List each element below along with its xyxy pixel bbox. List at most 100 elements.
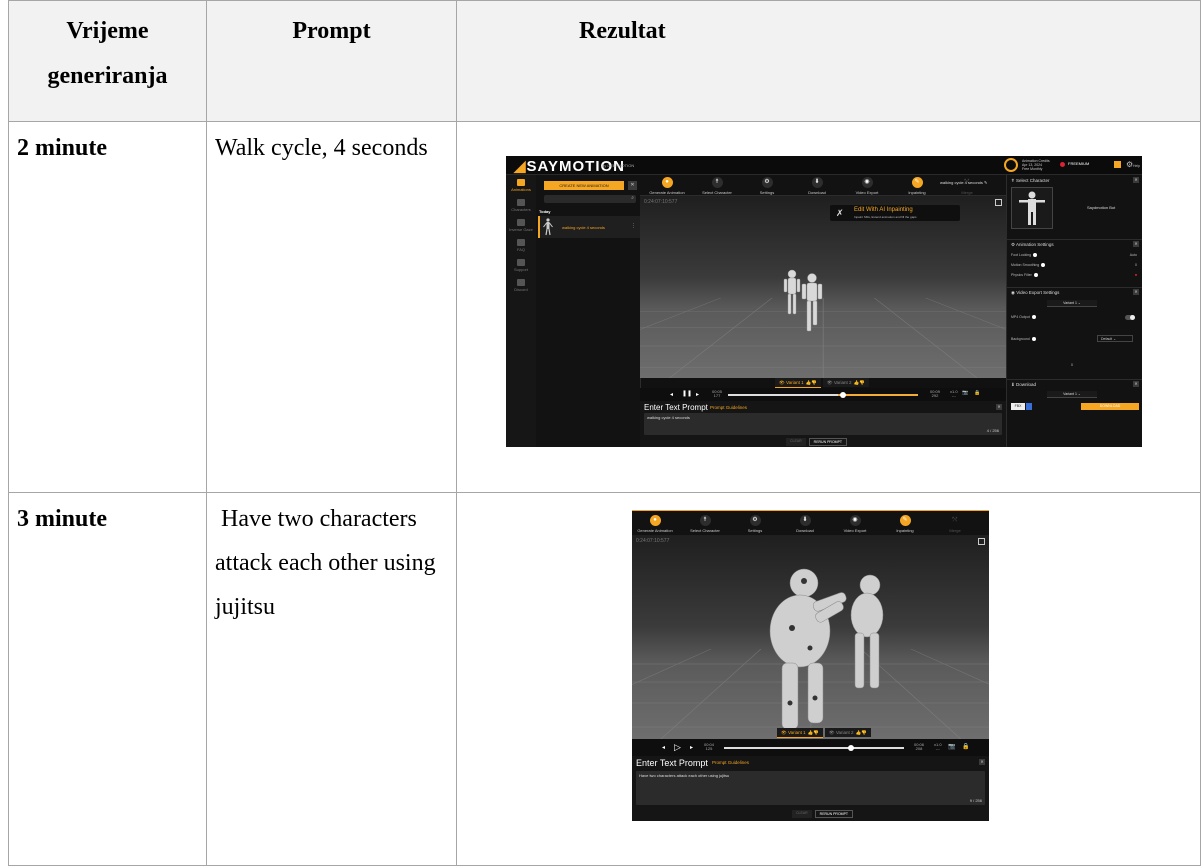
pause-icon[interactable]: ❚❚ bbox=[682, 390, 692, 397]
camera-icon[interactable]: 📷 bbox=[948, 743, 955, 750]
book-icon bbox=[517, 239, 525, 246]
char-counter: 4 / 256 bbox=[986, 428, 999, 433]
timeline-slider[interactable] bbox=[728, 392, 918, 398]
collapse-icon[interactable]: ✕ bbox=[1133, 241, 1139, 247]
background-number: 0 bbox=[1071, 363, 1073, 367]
speed-control[interactable]: x1.0 --- bbox=[950, 390, 958, 398]
character-icon bbox=[1019, 191, 1045, 225]
close-prompt-icon[interactable]: ✕ bbox=[979, 759, 985, 765]
collapse-icon[interactable]: ✕ bbox=[1133, 381, 1139, 387]
timeline-slider[interactable] bbox=[724, 745, 904, 751]
prev-icon[interactable]: ◂ bbox=[670, 391, 673, 398]
rerun-prompt-button[interactable]: RERUN PROMPT bbox=[814, 810, 854, 818]
current-time: 00:05 177 bbox=[712, 389, 723, 398]
clear-button[interactable]: CLEAR bbox=[786, 438, 806, 446]
prompt-guidelines-link[interactable]: Prompt Guidelines bbox=[712, 760, 749, 765]
toolbar-select-character[interactable]: ☨ Select Character bbox=[692, 177, 742, 195]
motion-smoothing-label: Motion Smoothing bbox=[1011, 263, 1046, 268]
character-thumbnail[interactable] bbox=[1011, 187, 1053, 229]
toolbar-download[interactable]: ⬇ Download bbox=[780, 515, 830, 533]
lock-icon[interactable]: 🔒 bbox=[962, 743, 969, 750]
figure-icon: ☨ bbox=[711, 177, 723, 188]
saymotion-screenshot-jujitsu: ● Generate Animation ☨ Select Character ⚙ S… bbox=[632, 510, 989, 821]
export-variant-select[interactable]: Variant 1 ⌄ bbox=[1047, 300, 1097, 307]
record-icon: ◉ bbox=[849, 515, 861, 526]
rerun-prompt-button[interactable]: RERUN PROMPT bbox=[808, 438, 848, 446]
left-nav-rail: Animations Characters Inverse Gaze FAQ S… bbox=[506, 175, 536, 447]
rail-item-discord[interactable]: Discord bbox=[506, 279, 536, 292]
prompt-guidelines-link[interactable]: Prompt Guidelines bbox=[710, 405, 747, 410]
next-icon[interactable]: ▸ bbox=[696, 391, 699, 398]
rail-item-support[interactable]: Support bbox=[506, 259, 536, 272]
fullscreen-icon[interactable] bbox=[995, 199, 1002, 206]
variant-1-tab[interactable]: 👁 Variant 1 👍👎 bbox=[775, 378, 821, 388]
clear-button[interactable]: CLEAR bbox=[792, 810, 812, 818]
toolbar-inpainting[interactable]: ✎ Inpainting bbox=[880, 515, 930, 533]
app-topbar: ◢SAYMOTION by DEEPMOTION Animation Credi… bbox=[506, 156, 1142, 175]
more-options-icon[interactable]: ⋮ bbox=[631, 223, 636, 229]
prompt-value: Have two characters attack each other us… bbox=[215, 506, 442, 620]
fullscreen-icon[interactable] bbox=[978, 538, 985, 545]
motion-smoothing-value[interactable]: 0 bbox=[1135, 263, 1137, 267]
prev-icon[interactable]: ◂ bbox=[662, 744, 665, 751]
table-row: 3 minute Have two characters attack each… bbox=[8, 492, 1201, 866]
inpainting-banner[interactable]: ✗ Edit With AI Inpainting Inpaint SMs, E… bbox=[830, 205, 960, 221]
collapse-icon[interactable]: ✕ bbox=[1133, 177, 1139, 183]
foot-locking-value[interactable]: Auto bbox=[1130, 253, 1137, 257]
credits-widget[interactable]: Animation Credits Apr 13, 2024 Free Mont… bbox=[1004, 158, 1140, 172]
select-character-section: ✝ Select Character ✕ Saydmotion Bot bbox=[1007, 175, 1142, 240]
header-cell-prompt: Prompt bbox=[206, 0, 457, 122]
history-list-item[interactable]: walking cycle 4 seconds ⋮ bbox=[538, 216, 640, 238]
history-search-input[interactable]: ⌕ bbox=[544, 195, 636, 203]
toolbar-select-character[interactable]: ☨ Select Character bbox=[680, 515, 730, 533]
account-square-icon[interactable] bbox=[1114, 161, 1121, 168]
rail-item-faq[interactable]: FAQ bbox=[506, 239, 536, 252]
close-panel-icon[interactable]: ✕ bbox=[628, 181, 637, 190]
rail-item-characters[interactable]: Characters bbox=[506, 199, 536, 212]
prompt-textarea[interactable]: walking cycle 4 seconds 4 / 256 bbox=[644, 413, 1002, 435]
toolbar-merge[interactable]: ⤲ Merge bbox=[930, 515, 980, 533]
download-heading: ⬇ Download bbox=[1011, 382, 1037, 387]
download-variant-select[interactable]: Variant 1 ⌄ bbox=[1047, 391, 1097, 398]
rail-item-animations[interactable]: Animations bbox=[506, 179, 536, 192]
toolbar-video-export[interactable]: ◉ Video Export bbox=[830, 515, 880, 533]
animation-title[interactable]: walking cycle 4 seconds ✎ bbox=[940, 180, 987, 185]
header-result: Rezultat bbox=[579, 18, 666, 44]
toolbar-settings[interactable]: ⚙ Settings bbox=[730, 515, 780, 533]
header-cell-result: Rezultat bbox=[456, 0, 1201, 122]
toolbar-video-export[interactable]: ◉ Video Export bbox=[842, 177, 892, 195]
variant-2-tab[interactable]: 👁 Variant 2 👍👎 bbox=[824, 728, 871, 737]
format-dropdown-icon[interactable] bbox=[1026, 403, 1032, 410]
physics-filter-toggle[interactable]: ■ bbox=[1135, 273, 1137, 277]
camera-icon[interactable]: 📷 bbox=[962, 390, 968, 396]
toolbar-download[interactable]: ⬇ Download bbox=[792, 177, 842, 195]
banner-subtitle: Inpaint SMs, Extend animation and fill t… bbox=[854, 215, 917, 219]
help-link[interactable]: Help bbox=[1133, 164, 1140, 168]
variant-2-tab[interactable]: 👁 Variant 2 👍👎 bbox=[822, 378, 869, 387]
play-icon[interactable]: ▷ bbox=[674, 742, 681, 753]
current-time: 00:04 125 bbox=[704, 742, 715, 751]
format-select[interactable]: FBX bbox=[1011, 403, 1025, 410]
next-icon[interactable]: ▸ bbox=[690, 744, 693, 751]
3d-viewport[interactable]: 0:24:07:10:577 ✗ Edit With AI Inpainting… bbox=[640, 196, 1006, 378]
header-cell-time: Vrijeme generiranja bbox=[8, 0, 207, 122]
background-select[interactable]: Default ⌄ bbox=[1097, 335, 1133, 342]
create-new-animation-button[interactable]: CREATE NEW ANIMATION bbox=[544, 181, 624, 190]
lightbulb-icon: ● bbox=[661, 177, 673, 188]
prompt-textarea[interactable]: Have two characters attack each other us… bbox=[636, 771, 985, 805]
toolbar-generate-animation[interactable]: ● Generate Animation bbox=[632, 515, 680, 533]
lock-icon[interactable]: 🔒 bbox=[974, 390, 980, 396]
rail-item-inverse[interactable]: Inverse Gaze bbox=[506, 219, 536, 232]
collapse-icon[interactable]: ✕ bbox=[1133, 289, 1139, 295]
close-prompt-icon[interactable]: ✕ bbox=[996, 404, 1002, 410]
mp4-output-toggle[interactable] bbox=[1125, 315, 1135, 320]
toolbar-settings[interactable]: ⚙ Settings bbox=[742, 177, 792, 195]
download-button[interactable]: DOWNLOAD bbox=[1081, 403, 1139, 410]
toolbar-inpainting[interactable]: ✎ Inpainting bbox=[892, 177, 942, 195]
variant-1-tab[interactable]: 👁 Variant 1 👍👎 bbox=[777, 728, 823, 738]
3d-viewport[interactable]: 0:24:07:10:577 bbox=[632, 535, 989, 739]
results-table: Vrijeme generiranja Prompt Rezultat 2 mi… bbox=[8, 0, 1201, 866]
speed-control[interactable]: x1.0 --- bbox=[934, 743, 942, 751]
toolbar-generate-animation[interactable]: ● Generate Animation bbox=[642, 177, 692, 195]
prompt-cell: Have two characters attack each other us… bbox=[206, 492, 457, 866]
